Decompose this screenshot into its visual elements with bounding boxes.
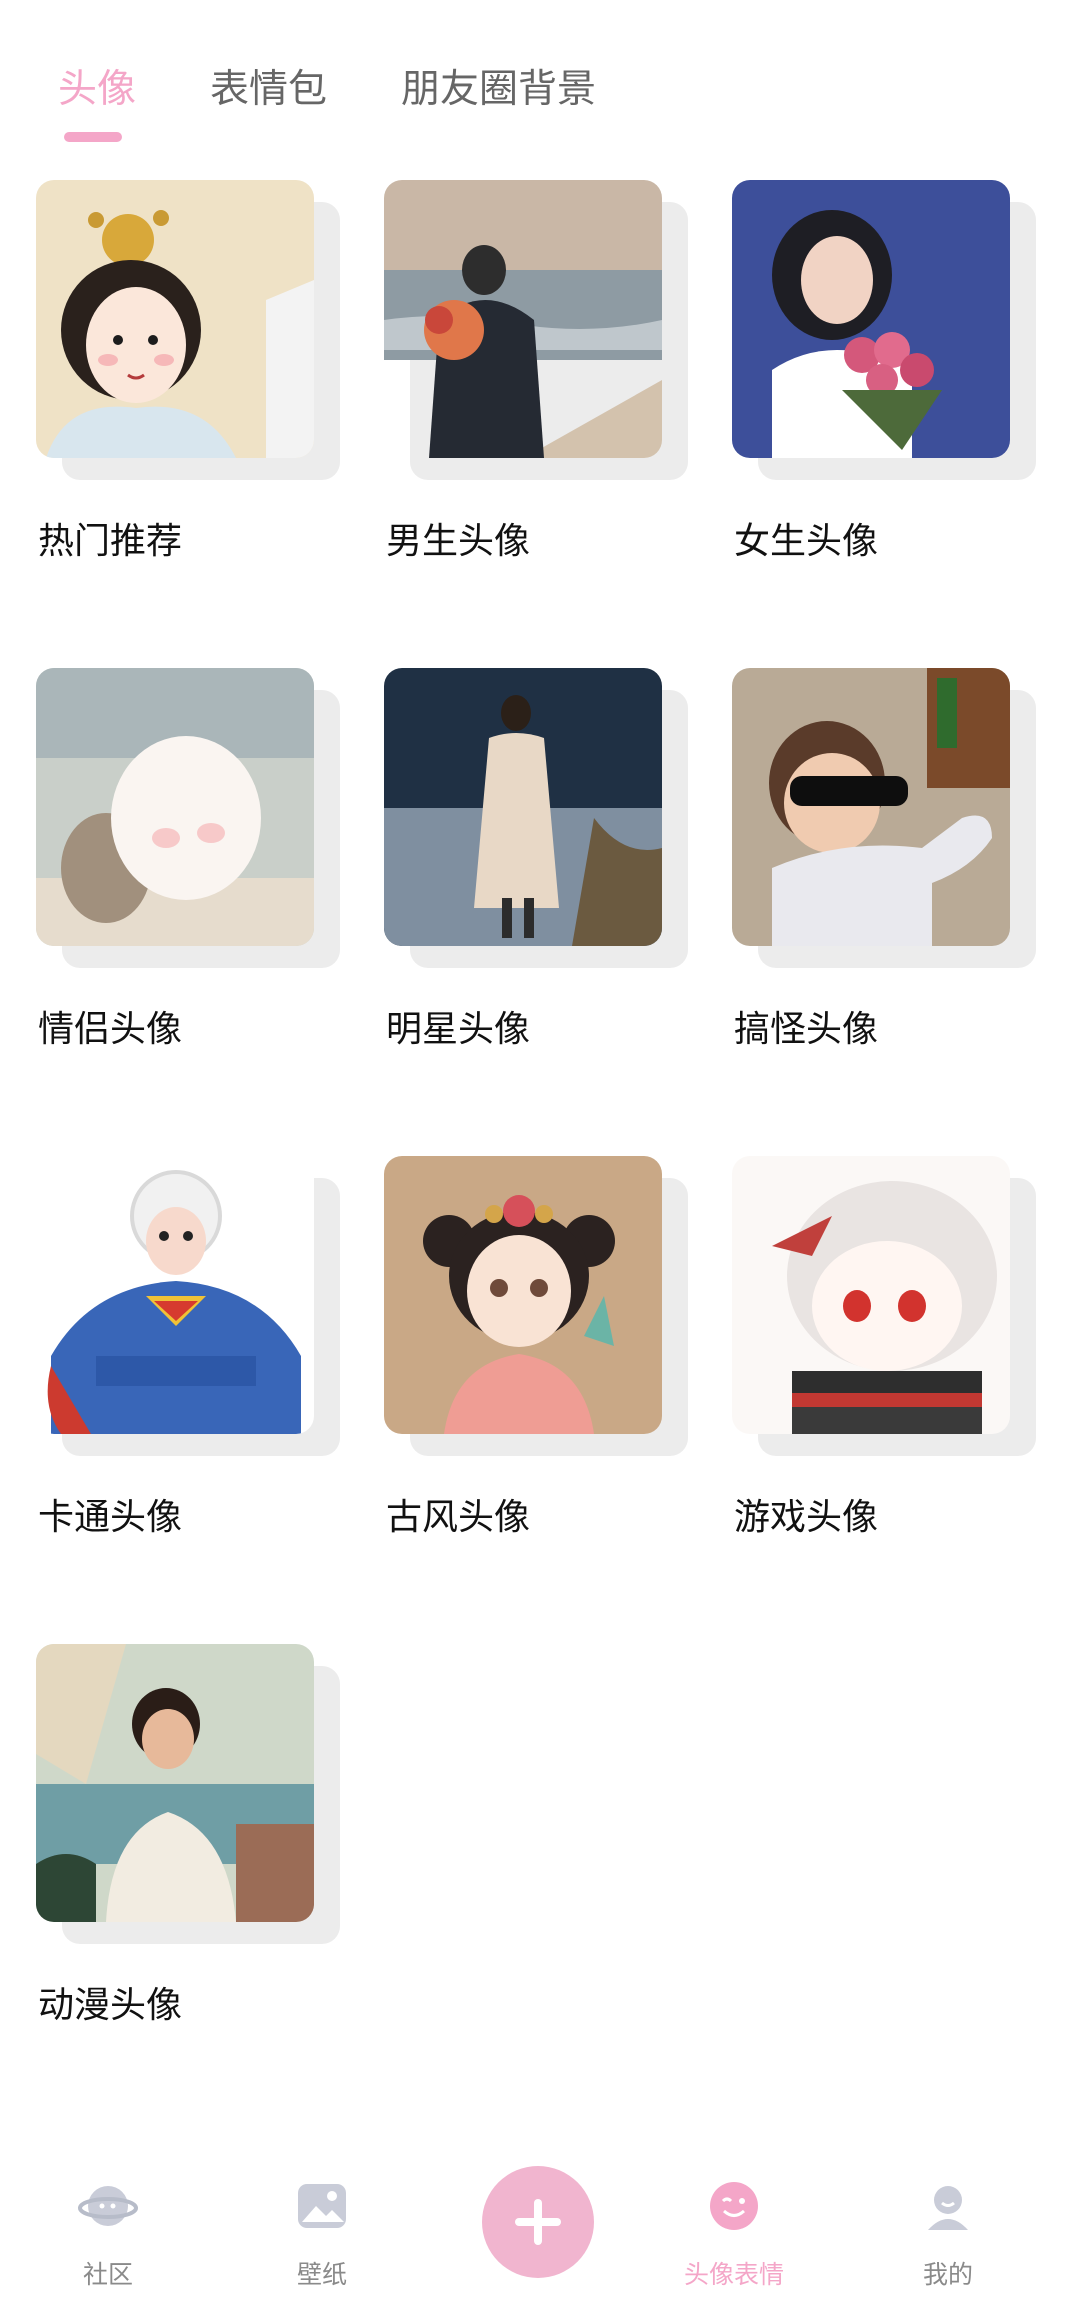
- category-card-game[interactable]: 游戏头像: [732, 1156, 1036, 1596]
- nav-avatar-stickers[interactable]: 头像表情: [664, 2176, 804, 2292]
- plus-icon: [515, 2199, 561, 2245]
- app-root: 头像 表情包 朋友圈背景 热门推荐 男生头像 女生头像 情侣头像 明星头像 搞怪…: [0, 0, 1080, 2312]
- category-card-ancient-style[interactable]: 古风头像: [384, 1156, 688, 1596]
- nav-me[interactable]: 我的: [878, 2176, 1018, 2292]
- category-card-cartoon[interactable]: 卡通头像: [36, 1156, 340, 1596]
- category-card-female[interactable]: 女生头像: [732, 180, 1036, 620]
- category-card-funny[interactable]: 搞怪头像: [732, 668, 1036, 1108]
- category-thumbnail-male: [384, 180, 662, 458]
- category-card-male[interactable]: 男生头像: [384, 180, 688, 620]
- create-button[interactable]: [482, 2166, 594, 2278]
- tab-label: 表情包: [210, 67, 328, 112]
- category-thumbnail-hot: [36, 180, 314, 458]
- category-card-hot[interactable]: 热门推荐: [36, 180, 340, 620]
- category-label: 热门推荐: [38, 521, 183, 562]
- category-thumbnail-female: [732, 180, 1010, 458]
- category-label: 游戏头像: [734, 1497, 879, 1538]
- planet-icon: [78, 2186, 138, 2226]
- tab-label: 头像: [58, 67, 137, 112]
- category-label: 女生头像: [734, 521, 879, 562]
- tab-label: 朋友圈背景: [401, 67, 597, 112]
- category-card-couple[interactable]: 情侣头像: [36, 668, 340, 1108]
- category-label: 搞怪头像: [734, 1009, 879, 1050]
- wink-face-icon: [710, 2182, 758, 2230]
- category-label: 动漫头像: [38, 1985, 183, 2026]
- category-thumbnail-celebrity: [384, 668, 662, 946]
- profile-icon: [928, 2186, 968, 2230]
- category-thumbnail-funny: [732, 668, 1010, 946]
- category-thumbnail-couple: [36, 668, 314, 946]
- active-tab-indicator: [64, 132, 122, 142]
- category-label: 明星头像: [386, 1009, 531, 1050]
- nav-label: 壁纸: [296, 2260, 347, 2289]
- category-label: 男生头像: [386, 521, 531, 562]
- nav-label: 我的: [922, 2260, 973, 2289]
- tab-stickers[interactable]: 表情包: [210, 62, 327, 118]
- category-label: 卡通头像: [38, 1497, 183, 1538]
- category-label: 情侣头像: [38, 1009, 183, 1050]
- tab-avatar[interactable]: 头像: [58, 62, 137, 142]
- category-thumbnail-game: [732, 1156, 1010, 1434]
- category-card-anime[interactable]: 动漫头像: [36, 1644, 340, 2084]
- category-thumbnail-anime: [36, 1644, 314, 1922]
- image-icon: [298, 2184, 346, 2228]
- category-label: 古风头像: [386, 1497, 531, 1538]
- top-tabs: 头像 表情包 朋友圈背景: [58, 62, 670, 142]
- tab-moments-background[interactable]: 朋友圈背景: [401, 62, 596, 118]
- nav-label: 头像表情: [683, 2260, 784, 2289]
- category-thumbnail-cartoon: [36, 1156, 314, 1434]
- nav-label: 社区: [82, 2260, 133, 2289]
- nav-community[interactable]: 社区: [38, 2176, 178, 2292]
- nav-wallpaper[interactable]: 壁纸: [252, 2176, 392, 2292]
- category-thumbnail-ancient-style: [384, 1156, 662, 1434]
- category-card-celebrity[interactable]: 明星头像: [384, 668, 688, 1108]
